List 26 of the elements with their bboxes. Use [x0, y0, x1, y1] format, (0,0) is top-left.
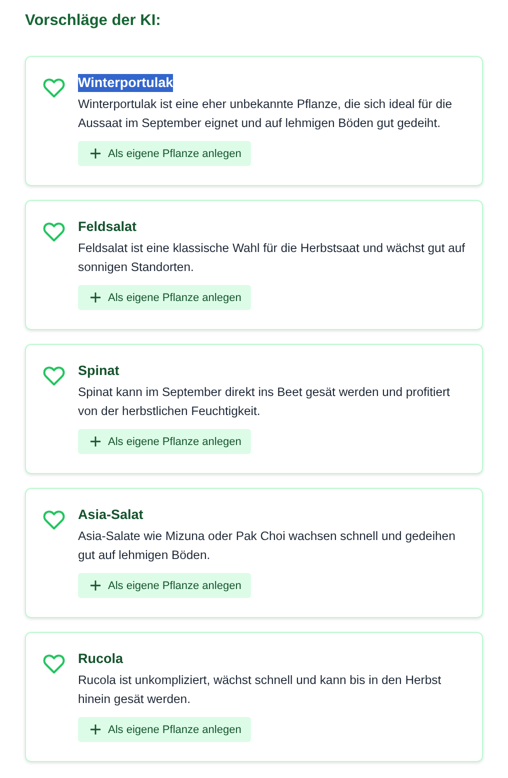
plus-icon: [90, 580, 101, 591]
plant-description: Rucola ist unkompliziert, wächst schnell und kann bis in den Herbst hinein gesät werden.: [78, 672, 442, 708]
plus-icon: [90, 148, 101, 159]
add-plant-button[interactable]: Als eigene Pflanze anlegen: [78, 285, 252, 310]
add-plant-button[interactable]: Als eigene Pflanze anlegen: [78, 573, 252, 598]
section-heading: Vorschläge der KI:: [25, 11, 162, 31]
add-plant-button[interactable]: Als eigene Pflanze anlegen: [78, 141, 252, 166]
add-plant-button[interactable]: Als eigene Pflanze anlegen: [78, 717, 252, 742]
heart-icon[interactable]: [43, 78, 65, 98]
heart-icon[interactable]: [43, 654, 65, 674]
plus-icon: [90, 436, 101, 447]
heart-icon[interactable]: [43, 222, 65, 242]
heart-icon[interactable]: [43, 366, 65, 386]
plus-icon: [90, 292, 101, 303]
plus-icon: [90, 724, 101, 735]
plant-title: Spinat: [78, 362, 120, 380]
plant-title: Feldsalat: [78, 218, 137, 236]
heart-icon[interactable]: [43, 510, 65, 530]
plant-title: Asia-Salat: [78, 506, 144, 524]
add-plant-button[interactable]: Als eigene Pflanze anlegen: [78, 429, 252, 454]
plant-title: Rucola: [78, 650, 124, 668]
plant-description: Spinat kann im September direkt ins Beet gesät werden und profitiert von der herbstlichen Feuchtigkeit.: [78, 384, 451, 420]
plant-description: Winterportulak ist eine eher unbekannte Pflanze, die sich ideal für die Aussaat im September eignet und auf lehmigen Böden gut gedeiht.: [78, 96, 453, 132]
plant-description: Asia-Salate wie Mizuna oder Pak Choi wachsen schnell und gedeihen gut auf lehmigen Böden.: [78, 528, 456, 564]
plant-title: Winterportulak: [78, 74, 174, 92]
plant-description: Feldsalat ist eine klassische Wahl für die Herbstsaat und wächst gut auf sonnigen Standorten.: [78, 240, 466, 276]
